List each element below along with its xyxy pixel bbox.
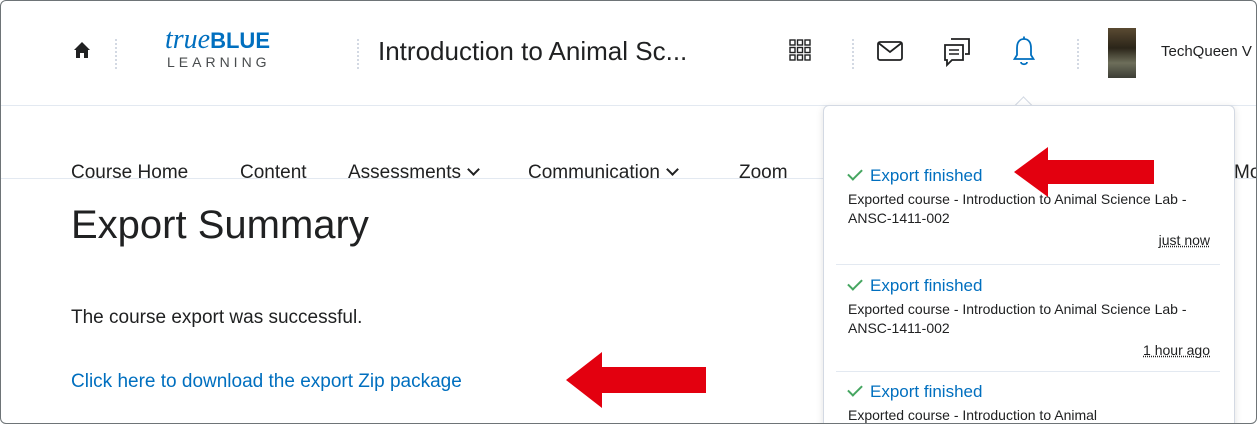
check-icon [847,381,863,397]
notification-divider [836,371,1220,372]
check-icon [847,165,863,181]
app-grid-icon[interactable] [789,39,811,61]
bell-icon[interactable] [1013,36,1035,68]
top-header: trueBLUE LEARNING Introduction to Animal… [1,1,1256,106]
nav-more[interactable]: Mo [1234,162,1256,184]
nav-zoom[interactable]: Zoom [739,162,788,184]
page-title: Export Summary [71,203,369,247]
app-frame: trueBLUE LEARNING Introduction to Animal… [0,0,1257,424]
avatar[interactable] [1108,28,1136,78]
nav-communication[interactable]: Communication [528,162,679,184]
notification-item[interactable]: Export finished Exported course - Introd… [847,381,1218,423]
success-message: The course export was successful. [71,307,363,328]
header-divider [852,39,854,69]
course-title[interactable]: Introduction to Animal Sc... [378,36,687,67]
nav-content[interactable]: Content [240,162,307,184]
header-divider [357,39,359,69]
nav-assessments[interactable]: Assessments [348,162,480,184]
notification-item[interactable]: Export finished Exported course - Introd… [847,275,1218,358]
red-arrow-annotation [1014,147,1154,197]
check-icon [847,275,863,291]
red-arrow-annotation [566,352,706,408]
chat-icon[interactable] [943,38,971,68]
nav-course-home[interactable]: Course Home [71,162,188,184]
notification-divider [836,264,1220,265]
header-divider [115,39,117,69]
chevron-down-icon [666,163,679,176]
truelue-logo[interactable]: trueBLUE LEARNING [165,25,297,83]
mail-icon[interactable] [877,41,903,61]
username[interactable]: TechQueen V [1161,43,1252,60]
download-export-link[interactable]: Click here to download the export Zip pa… [71,371,462,393]
chevron-down-icon [467,163,480,176]
home-icon[interactable] [73,41,91,59]
header-divider [1077,39,1079,69]
